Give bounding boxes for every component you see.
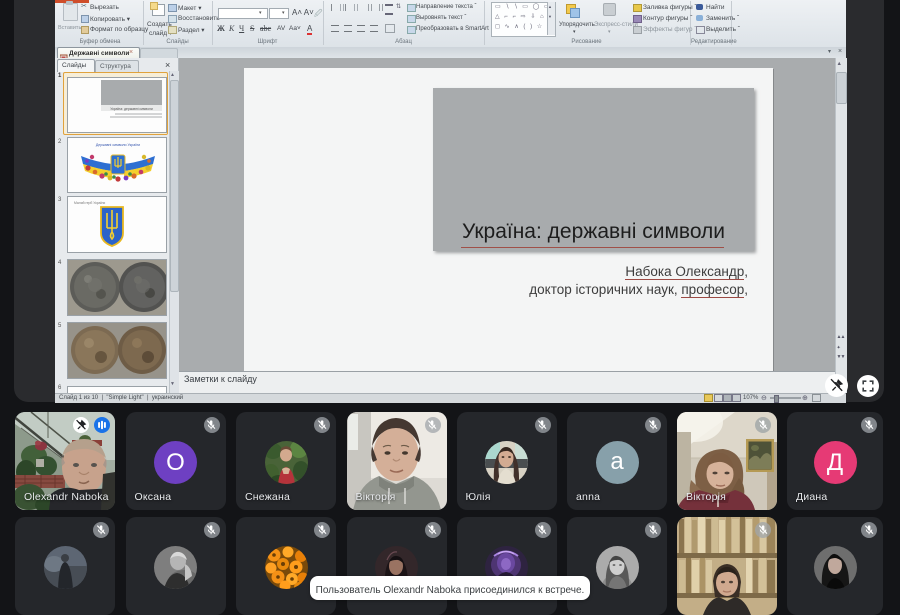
svg-text:Малий герб України: Малий герб України	[74, 201, 105, 205]
svg-text:Державні символи України: Державні символи України	[96, 143, 140, 147]
